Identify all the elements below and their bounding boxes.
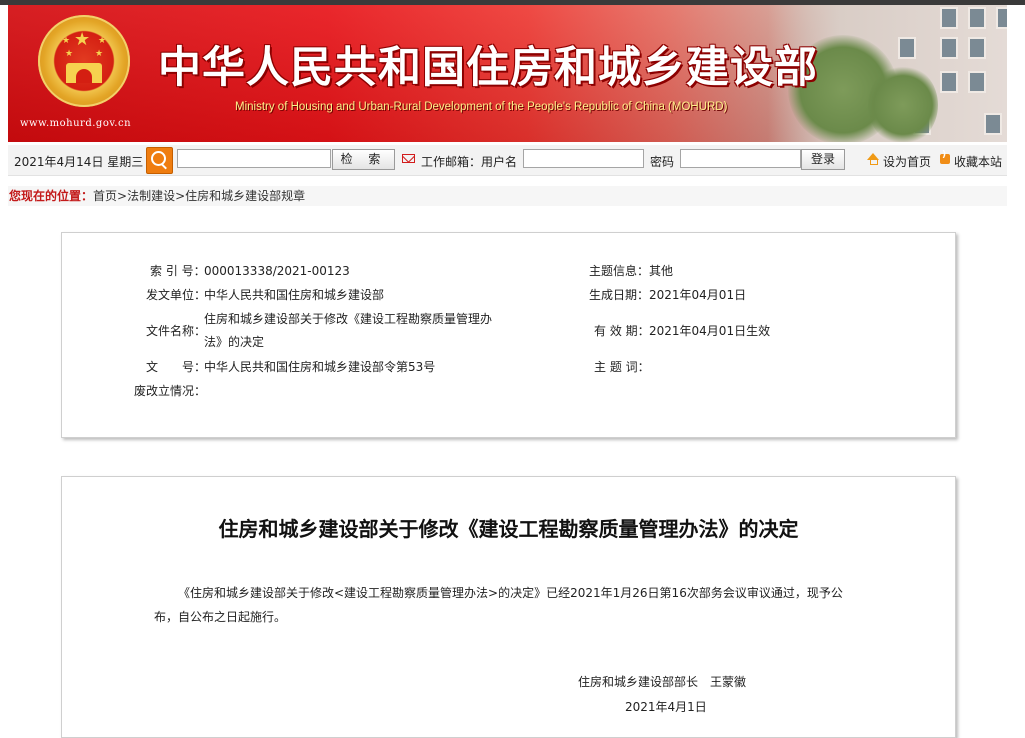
search-button[interactable]: 检 索 (332, 149, 395, 170)
breadcrumb: 您现在的位置：首页>法制建设>住房和城乡建设部规章 (8, 186, 1007, 206)
mail-icon (402, 154, 415, 163)
filename-value-line1: 住房和城乡建设部关于修改《建设工程勘察质量管理办 (204, 312, 493, 326)
topic-value: 其他 (649, 264, 674, 278)
site-subtitle: Ministry of Housing and Urban-Rural Deve… (235, 101, 728, 113)
index-label: 索 引 号： (150, 264, 206, 278)
username-input[interactable] (523, 149, 644, 168)
mail-label: 工作邮箱：用户名 (421, 155, 518, 169)
top-toolbar: 2021年4月14日 星期三 检 索 工作邮箱：用户名 密码 登录 设为首页 收… (8, 145, 1007, 176)
issuer-value: 中华人民共和国住房和城乡建设部 (204, 288, 385, 302)
bookmark-link[interactable]: 收藏本站 (954, 153, 1002, 170)
index-value: 000013338/2021-00123 (204, 264, 350, 278)
set-home-link[interactable]: 设为首页 (883, 153, 931, 170)
password-input[interactable] (680, 149, 801, 168)
home-icon (867, 153, 879, 165)
date-value: 2021年04月01日 (649, 288, 747, 302)
docno-value: 中华人民共和国住房和城乡建设部令第53号 (204, 360, 436, 374)
breadcrumb-home[interactable]: 首页 (93, 189, 117, 203)
site-banner: ★ ★ ★ ★ ★ www.mohurd.gov.cn 中华人民共和国住房和城乡… (8, 5, 1007, 142)
document-content-panel: 住房和城乡建设部关于修改《建设工程勘察质量管理办法》的决定 《住房和城乡建设部关… (61, 476, 956, 738)
filename-label: 文件名称： (146, 324, 207, 338)
document-paragraph: 《住房和城乡建设部关于修改<建设工程勘察质量管理办法>的决定》已经2021年1月… (154, 586, 843, 624)
document-metadata-panel: 索 引 号： 000013338/2021-00123 主题信息： 其他 发文单… (61, 232, 956, 438)
search-input[interactable] (177, 149, 331, 168)
document-signature: 住房和城乡建设部部长 王蒙徽 (578, 675, 747, 689)
keywords-label: 主 题 词： (594, 360, 650, 374)
breadcrumb-separator: > (175, 189, 186, 203)
national-emblem-icon: ★ ★ ★ ★ ★ (38, 15, 130, 107)
document-date: 2021年4月1日 (625, 700, 707, 714)
password-label: 密码 (650, 155, 675, 169)
login-button[interactable]: 登录 (801, 149, 845, 170)
validity-label: 有 效 期： (594, 324, 650, 338)
docno-label: 文 号： (146, 360, 207, 374)
site-url[interactable]: www.mohurd.gov.cn (20, 118, 131, 129)
topic-label: 主题信息： (589, 264, 650, 278)
breadcrumb-lead: 您现在的位置： (9, 189, 94, 203)
filename-value-line2: 法》的决定 (204, 335, 265, 349)
site-title: 中华人民共和国住房和城乡建设部 (158, 43, 818, 93)
breadcrumb-separator: > (117, 189, 128, 203)
current-date: 2021年4月14日 星期三 (14, 155, 144, 169)
breadcrumb-regulations[interactable]: 住房和城乡建设部规章 (185, 189, 305, 203)
breadcrumb-law[interactable]: 法制建设 (127, 189, 175, 203)
bookmark-icon (940, 150, 950, 164)
document-title: 住房和城乡建设部关于修改《建设工程勘察质量管理办法》的决定 (218, 517, 799, 541)
status-label: 废改立情况： (134, 384, 207, 398)
search-icon (146, 147, 173, 174)
issuer-label: 发文单位： (146, 288, 207, 302)
date-label: 生成日期： (589, 288, 650, 302)
validity-value: 2021年04月01日生效 (649, 324, 771, 338)
